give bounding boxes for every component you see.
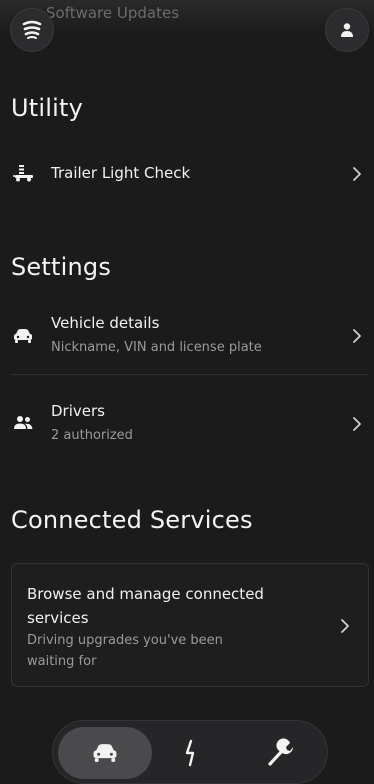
vehicle-details-subtitle: Nickname, VIN and license plate (51, 340, 262, 355)
utility-title: Utility (11, 94, 83, 122)
trailer-icon (12, 164, 34, 182)
connected-services-title: Connected Services (11, 506, 253, 534)
trailer-light-check-label: Trailer Light Check (51, 164, 191, 182)
chevron-right-icon (353, 167, 361, 181)
drivers-row[interactable]: Drivers 2 authorized (0, 396, 374, 452)
settings-divider (11, 374, 369, 375)
car-icon (93, 744, 117, 762)
bottom-nav (52, 720, 328, 784)
connected-services-card[interactable]: Browse and manage connected services Dri… (11, 563, 369, 687)
menu-button[interactable] (10, 8, 54, 52)
car-icon (12, 327, 34, 345)
lightning-icon (185, 739, 195, 767)
connected-services-card-subtitle: Driving upgrades you've been waiting for (27, 633, 223, 669)
header-title-row: Software Updates (46, 4, 179, 22)
nav-car-tab[interactable] (58, 727, 152, 779)
profile-button[interactable] (325, 8, 369, 52)
connected-services-card-title: Browse and manage connected services (27, 585, 264, 627)
settings-title: Settings (11, 253, 112, 281)
chevron-right-icon (353, 417, 361, 431)
drivers-subtitle: 2 authorized (51, 428, 133, 443)
vehicle-details-label: Vehicle details (51, 314, 160, 332)
vehicle-details-row[interactable]: Vehicle details Nickname, VIN and licens… (0, 308, 374, 364)
header-title: Software Updates (46, 4, 180, 22)
screen: Software Updates Utility Trailer Light C… (0, 0, 374, 784)
person-icon (341, 23, 353, 37)
trailer-light-check-row[interactable]: Trailer Light Check (0, 158, 374, 188)
drivers-label: Drivers (51, 402, 105, 420)
chevron-right-icon (341, 619, 349, 633)
wrench-icon (268, 738, 294, 766)
nav-energy-tab[interactable] (161, 727, 221, 779)
nav-service-tab[interactable] (245, 727, 315, 779)
people-icon (12, 414, 34, 432)
chevron-right-icon (353, 329, 361, 343)
tesla-logo-icon (22, 20, 42, 39)
